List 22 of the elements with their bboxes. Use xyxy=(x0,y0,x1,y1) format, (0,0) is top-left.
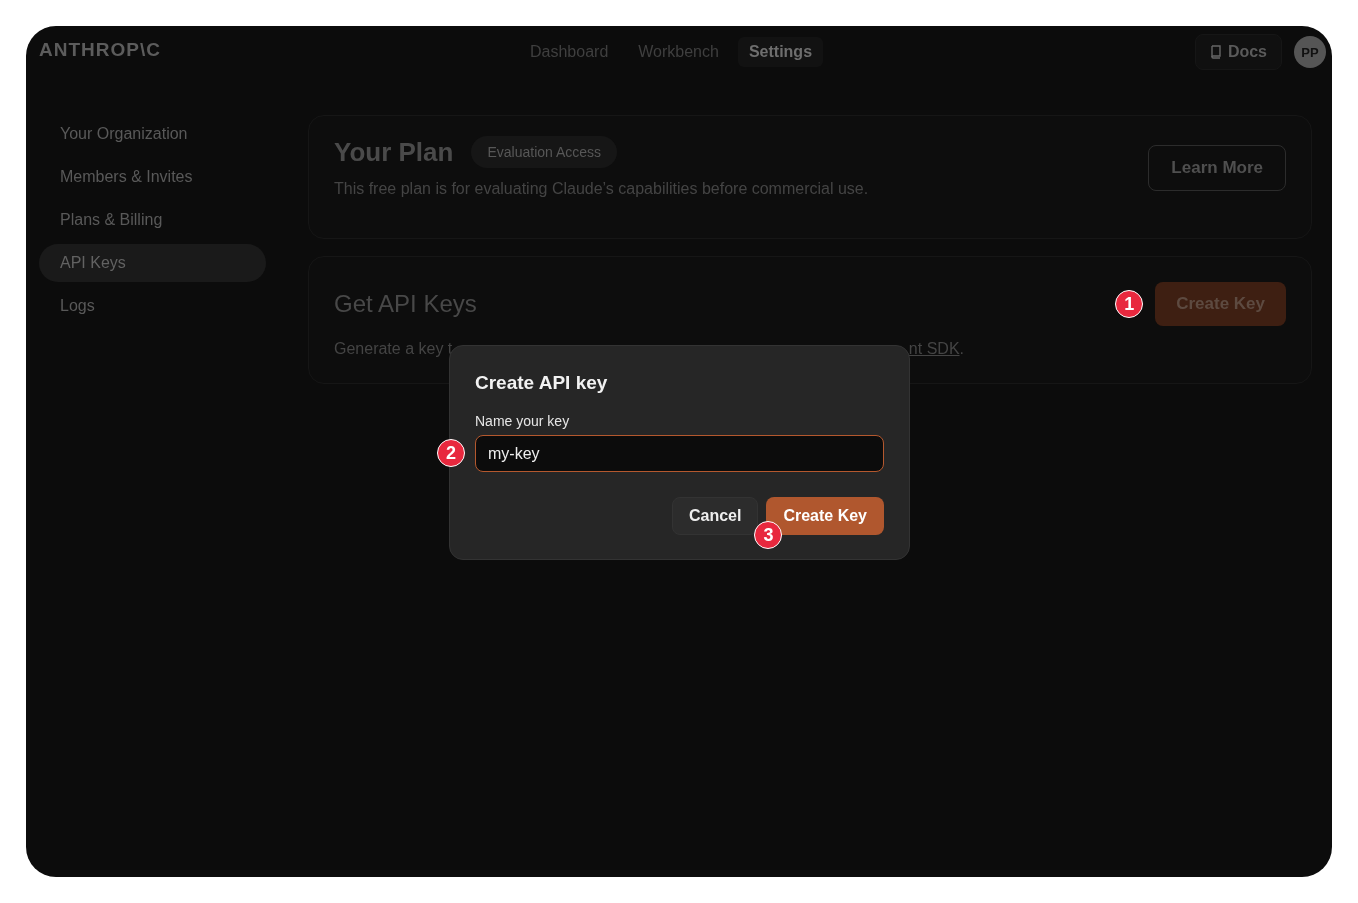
key-name-field[interactable]: my-key xyxy=(475,435,884,472)
learn-more-button[interactable]: Learn More xyxy=(1148,145,1286,191)
user-avatar[interactable]: PP xyxy=(1294,36,1326,68)
logo: ANTHROP\C xyxy=(39,39,162,61)
sidebar-item[interactable]: API Keys xyxy=(39,244,266,282)
dialog-title: Create API key xyxy=(475,372,609,394)
sidebar-item[interactable]: Plans & Billing xyxy=(39,201,266,239)
book-icon xyxy=(1209,45,1222,59)
card-title: Get API Keys xyxy=(334,289,478,318)
plan-badge: Evaluation Access xyxy=(471,136,618,168)
period-text: . xyxy=(959,340,964,357)
card-title: Your Plan xyxy=(334,136,454,168)
sidebar-item[interactable]: Logs xyxy=(39,287,266,325)
step-badge: 2 xyxy=(437,439,465,467)
field-label: Name your key xyxy=(475,413,571,429)
cancel-button[interactable]: Cancel xyxy=(671,497,759,535)
sidebar-item[interactable]: Your Organization xyxy=(39,115,266,153)
step-badge: 1 xyxy=(1115,290,1144,318)
docs-button[interactable]: Docs xyxy=(1194,34,1282,70)
nav-tab[interactable]: Settings xyxy=(737,37,824,67)
sidebar-item[interactable]: Members & Invites xyxy=(39,158,266,196)
step-badge: 3 xyxy=(754,521,783,549)
